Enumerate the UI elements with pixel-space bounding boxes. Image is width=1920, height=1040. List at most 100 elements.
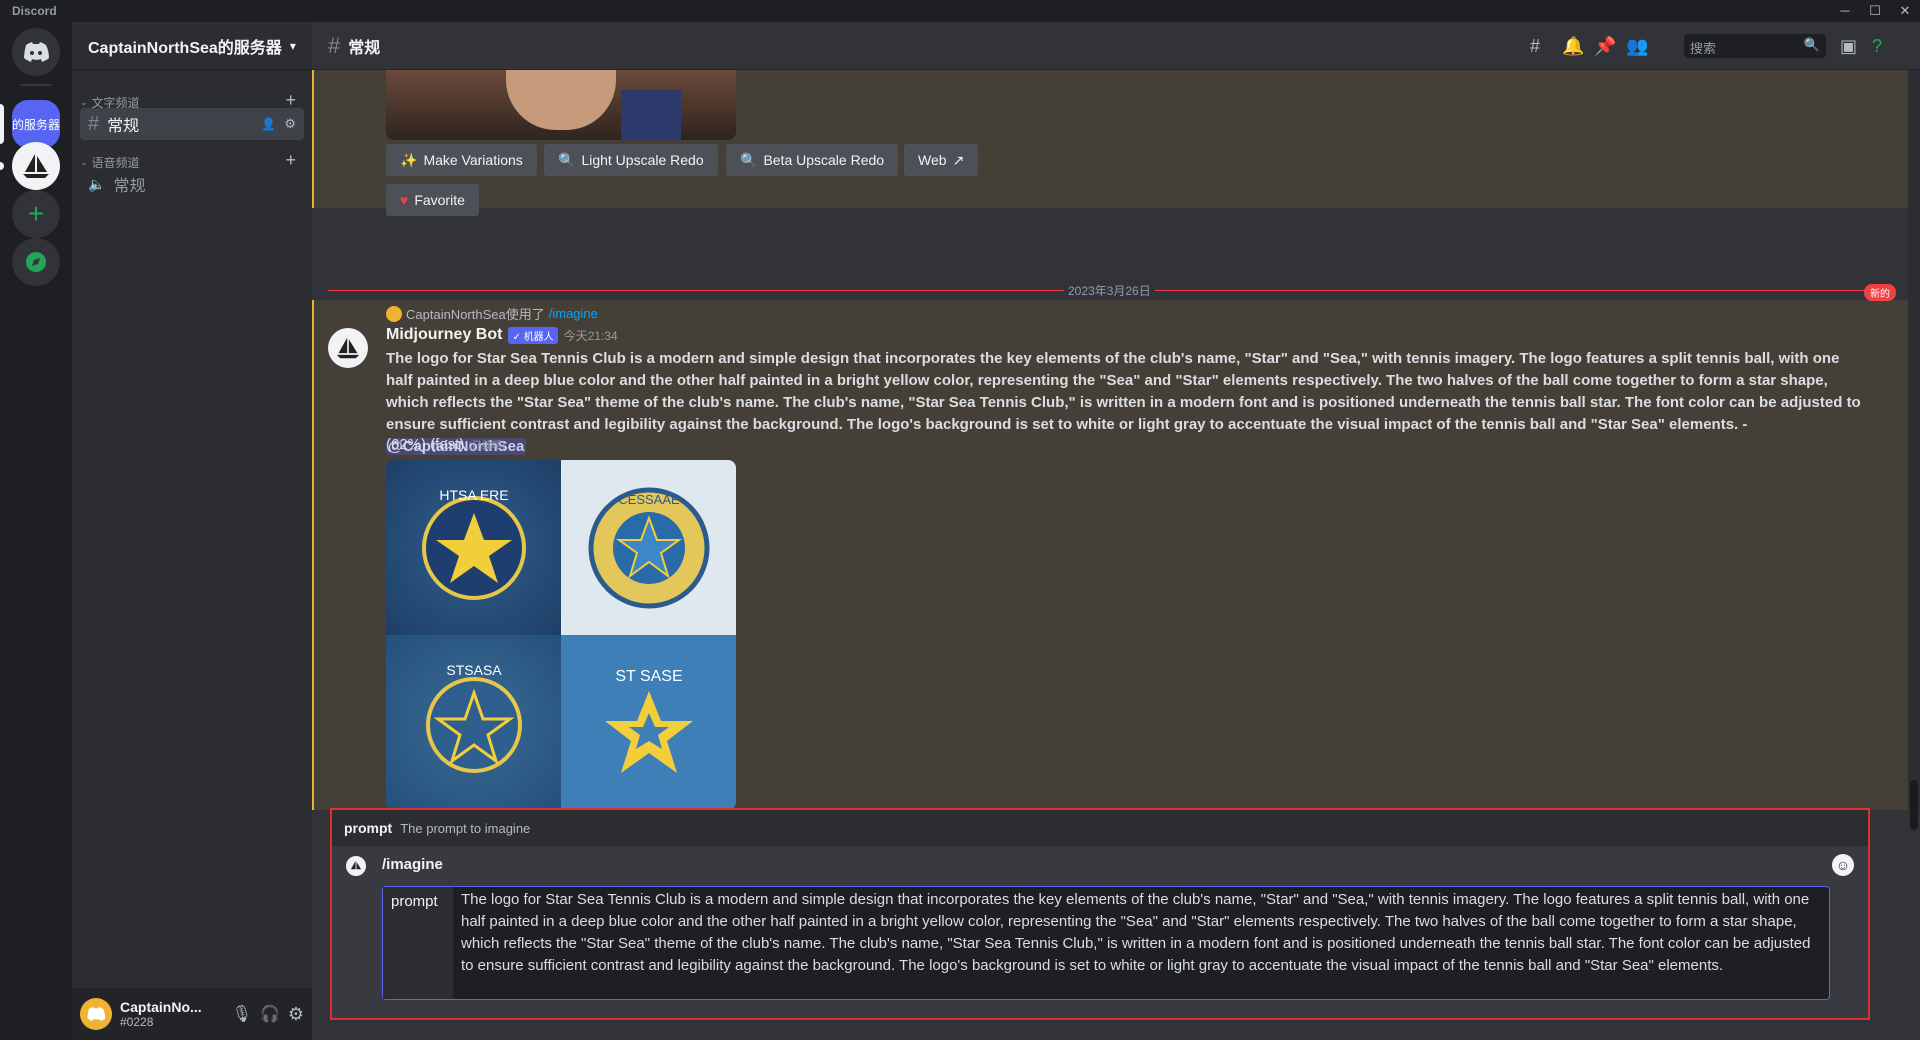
avatar[interactable] [80,998,112,1030]
logo-variant-1[interactable]: HTSA ERE [386,460,561,635]
bot-badge: ✓ 机器人 [508,326,558,344]
portrait-image[interactable] [386,70,736,140]
add-server-icon[interactable]: + [12,190,60,238]
active-indicator [0,104,4,144]
discord-home-icon[interactable] [12,28,60,76]
star-logo-icon: ST SASE [604,668,693,773]
close-button[interactable]: ✕ [1890,1,1920,21]
server-icon[interactable]: 的服务器 [12,100,60,148]
sparkle-icon: ✨ [400,151,418,168]
text-channel-general[interactable]: # 常规 👤 ⚙ [80,108,304,140]
favorite-label: Favorite [414,192,465,208]
logo-variant-4[interactable]: ST SASE [561,635,736,810]
username: CaptainNo... [120,999,202,1015]
gear-icon[interactable]: ⚙ [284,116,296,132]
external-link-icon: ↗ [952,151,965,168]
channel-title: 常规 [348,39,381,57]
hash-icon: # [88,112,100,135]
light-upscale-button[interactable]: 🔍 Light Upscale Redo [544,144,718,176]
members-icon[interactable]: 👥 [1626,36,1648,57]
status-line: (62%) (fast) (已编辑) [386,436,505,453]
logo-text: ST SASE [615,668,682,685]
user-info[interactable]: CaptainNo... #0228 [120,999,202,1029]
voice-channel-general[interactable]: 🔈 常规 [80,168,304,200]
timestamp: 今天21:34 [563,328,618,343]
headphones-icon[interactable]: 🎧 [260,1004,280,1024]
reply-context[interactable]: CaptainNorthSea使用了 /imagine [386,304,598,323]
star-logo-icon: HTSA ERE [421,487,526,600]
message-body: The logo for Star Sea Tennis Club is a m… [386,348,1866,458]
app-title: Discord [12,4,57,18]
bot-avatar[interactable] [328,328,368,368]
scroll-thumb[interactable] [1910,780,1918,830]
highlight-box [330,808,1870,1020]
channel-header: # 常规 # 🔔 📌 👥 搜索 🔍 ▣ ? [312,22,1920,70]
edited-label: (已编辑) [468,441,506,452]
maximize-button[interactable]: ☐ [1860,1,1890,21]
search-input[interactable]: 搜索 🔍 [1684,34,1826,58]
make-variations-label: Make Variations [423,152,523,168]
channel-sidebar: CaptainNorthSea的服务器 ▾ ⌄ 文字频道 + # 常规 👤 ⚙ … [72,22,312,1040]
voice-channel-label: 常规 [113,178,146,195]
author-name[interactable]: Midjourney Bot [386,326,502,344]
threads-icon[interactable]: # [1530,36,1540,57]
message-header: Midjourney Bot ✓ 机器人 今天21:34 [386,326,618,344]
user-tag: #0228 [120,1015,154,1029]
server-icon-label: 的服务器 [12,117,60,132]
beta-upscale-label: Beta Upscale Redo [763,152,885,168]
reply-command[interactable]: /imagine [549,306,598,321]
message-text: The logo for Star Sea Tennis Club is a m… [386,350,1861,433]
server-list: 的服务器 + [0,22,72,1040]
new-messages-badge: 新的 [1864,284,1896,301]
logo-variant-3[interactable]: STSASA [386,635,561,810]
reply-user: CaptainNorthSea使用了 [406,307,545,322]
collar-shape [621,90,681,140]
image-grid[interactable]: HTSA ERE CESSAAE STSASA ST SASE [386,460,736,810]
date-divider-label: 2023年3月26日 [1064,282,1155,299]
favorite-button[interactable]: ♥ Favorite [386,184,479,216]
star-logo-icon: STSASA [425,662,522,773]
chevron-down-icon: ⌄ [80,97,88,107]
search-placeholder: 搜索 [1690,41,1717,56]
face-shape [506,70,616,130]
chevron-down-icon: ⌄ [80,157,88,167]
status-text: (62%) (fast) [386,436,465,453]
minimize-button[interactable]: ─ [1830,1,1860,21]
hash-icon: # [328,32,341,58]
web-button[interactable]: Web ↗ [904,144,979,176]
magnifier-icon: 🔍 [740,151,758,168]
invite-icon[interactable]: 👤 [261,117,276,131]
logo-text: CESSAAE [618,492,680,507]
beta-upscale-button[interactable]: 🔍 Beta Upscale Redo [726,144,899,176]
previous-message: ✨ Make Variations 🔍 Light Upscale Redo 🔍 Be… [312,70,1908,216]
unread-indicator [0,162,4,170]
speaker-icon: 🔈 [88,175,106,192]
inbox-icon[interactable]: ▣ [1840,36,1857,57]
message-scrollbar[interactable] [1908,70,1920,830]
light-upscale-label: Light Upscale Redo [581,152,704,168]
microphone-icon[interactable]: 🎙 [232,1004,252,1024]
bell-icon[interactable]: 🔔 [1562,36,1584,57]
sailboat-icon [336,337,360,359]
help-icon[interactable]: ? [1872,36,1882,57]
make-variations-button[interactable]: ✨ Make Variations [386,144,537,176]
pin-icon[interactable]: 📌 [1594,36,1616,57]
midjourney-server-icon[interactable] [12,142,60,190]
sailboat-icon [23,154,49,178]
explore-icon[interactable] [12,238,60,286]
logo-text: HTSA ERE [439,487,508,503]
heart-icon: ♥ [400,192,409,208]
chevron-down-icon: ▾ [289,38,296,53]
add-server-label: + [27,198,45,229]
discord-window: Discord ─ ☐ ✕ 的服务器 + CaptainNorthSea的服务器… [0,0,1920,1040]
settings-gear-icon[interactable]: ⚙ [288,1004,304,1025]
server-header[interactable]: CaptainNorthSea的服务器 ▾ [72,22,312,70]
logo-text: STSASA [446,662,502,678]
logo-variant-2[interactable]: CESSAAE [561,460,736,635]
midjourney-message: CaptainNorthSea使用了 /imagine Midjourney B… [312,300,1908,810]
user-panel: CaptainNo... #0228 🎙 🎧 ⚙ [72,988,312,1040]
guild-separator [20,84,52,86]
search-icon: 🔍 [1803,37,1820,52]
server-name: CaptainNorthSea的服务器 [88,39,282,57]
web-label: Web [918,152,947,168]
